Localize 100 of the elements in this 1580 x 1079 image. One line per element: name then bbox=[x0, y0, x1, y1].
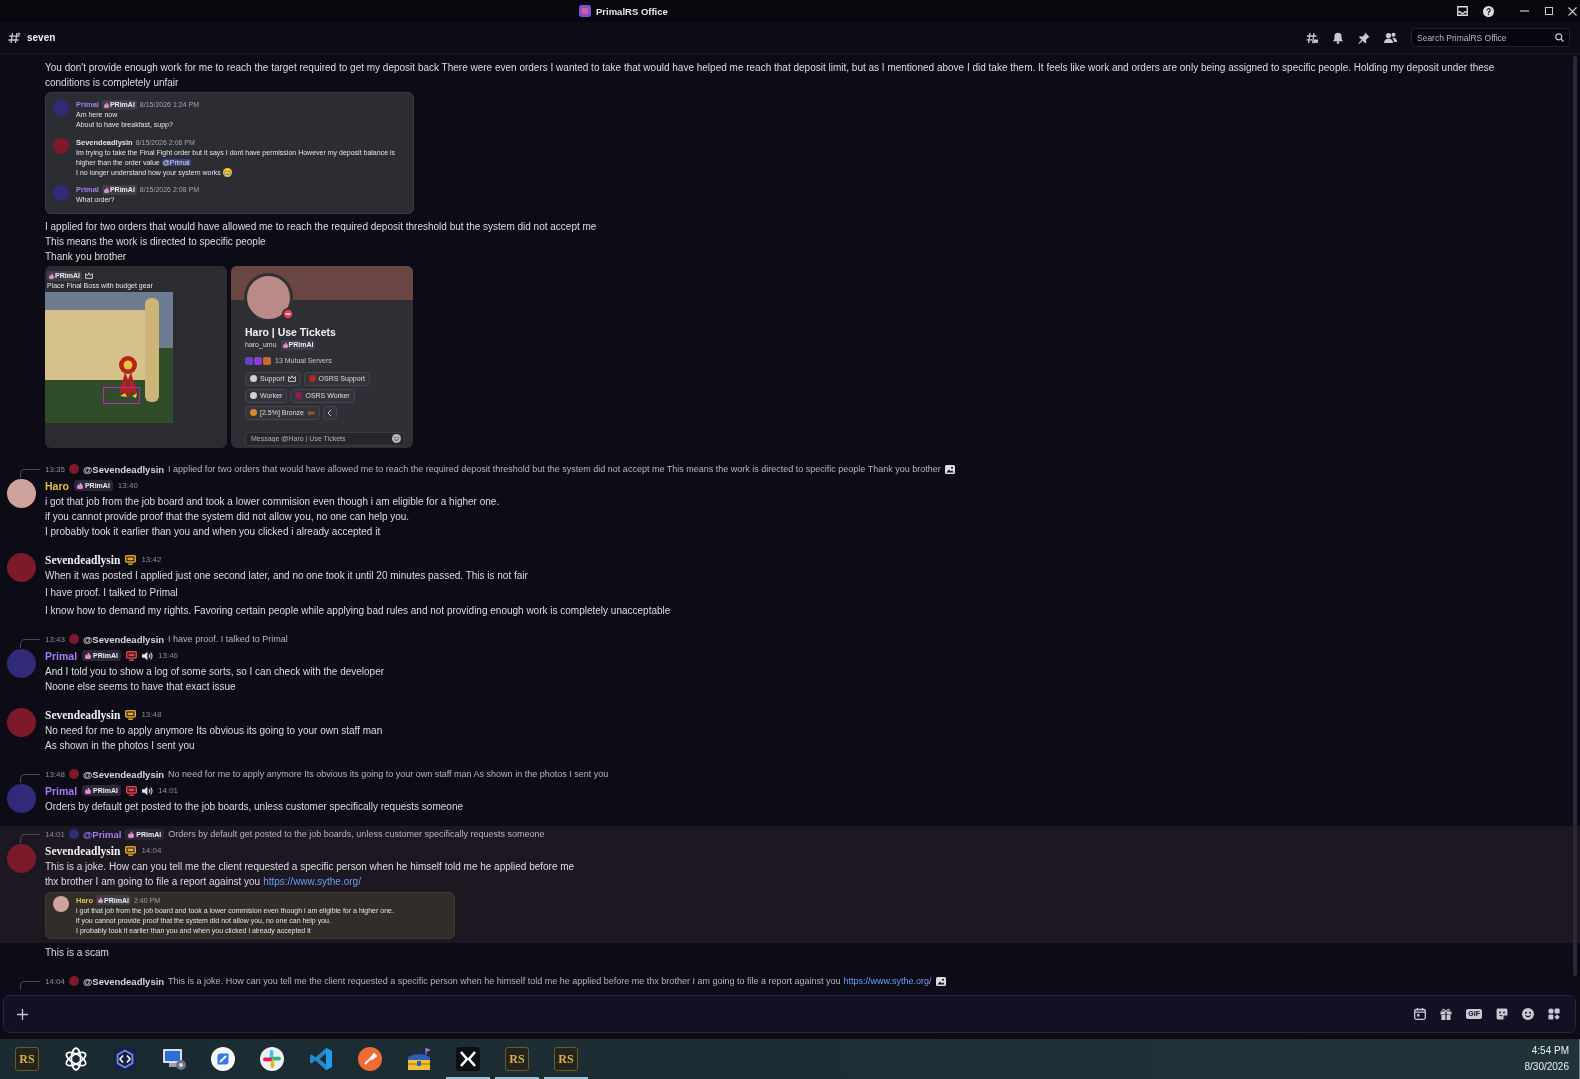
message-text: This is a scam bbox=[45, 945, 110, 960]
message-text: I have proof. I talked to Primal bbox=[45, 586, 179, 600]
flame-icon bbox=[282, 341, 288, 348]
flame-icon bbox=[85, 652, 92, 659]
bell-icon[interactable] bbox=[1332, 31, 1344, 44]
maximize-icon[interactable] bbox=[1545, 7, 1553, 15]
message-text: thx brother I am going to file a report against you https://www.sythe.org/ bbox=[45, 874, 362, 889]
username[interactable]: Sevendeadlysin bbox=[45, 553, 121, 566]
reply-text[interactable]: I applied for two orders that would have allowed me to reach the required deposit threshold but the system did not accept me This means the work is directed to specific people Thank you brother bbox=[168, 464, 941, 474]
mention-name[interactable]: @Sevendeadlysin bbox=[83, 975, 165, 987]
calendar-icon[interactable] bbox=[1414, 1008, 1427, 1020]
search-icon[interactable] bbox=[1555, 33, 1564, 42]
chest-icon bbox=[406, 1047, 432, 1071]
apps-icon[interactable] bbox=[1548, 1008, 1560, 1020]
pin-icon[interactable] bbox=[1358, 31, 1370, 44]
pen-icon bbox=[358, 1047, 382, 1071]
threads-icon[interactable] bbox=[1306, 31, 1318, 44]
reply-connector bbox=[20, 833, 40, 843]
timestamp: 13:40 bbox=[117, 481, 138, 490]
channel-name: seven bbox=[27, 32, 56, 43]
plus-icon[interactable] bbox=[17, 1008, 28, 1020]
timestamp: 13:43 bbox=[45, 634, 66, 644]
mention-name[interactable]: @Sevendeadlysin bbox=[83, 633, 165, 645]
clock-date[interactable]: 8/30/2026 bbox=[1524, 1059, 1569, 1075]
taskbar-button[interactable]: RS bbox=[495, 1039, 539, 1079]
emoji-icon bbox=[392, 434, 401, 443]
message-text: I probably took it earlier than you and when you clicked i already accepted it bbox=[45, 524, 382, 539]
timestamp: 14:04 bbox=[141, 846, 162, 855]
timestamp: 14:01 bbox=[45, 829, 66, 839]
timestamp: 13:35 bbox=[45, 464, 66, 474]
arrow-icon bbox=[306, 409, 315, 416]
message-text: No need for me to apply anymore Its obvious its going to your own staff man bbox=[45, 723, 384, 738]
mention-name[interactable]: @Sevendeadlysin bbox=[83, 463, 165, 475]
reply-connector bbox=[20, 638, 40, 648]
cross-tile-icon bbox=[456, 1047, 480, 1071]
crown-icon bbox=[84, 272, 93, 279]
speaker-icon bbox=[142, 785, 153, 796]
members-icon[interactable] bbox=[1384, 31, 1397, 44]
reply-text[interactable]: I have proof. I talked to Primal bbox=[168, 634, 288, 644]
flame-icon bbox=[85, 787, 92, 794]
ribbon-icon bbox=[309, 1047, 333, 1071]
hexagon-icon bbox=[113, 1047, 137, 1071]
message-text: You don't provide enough work for me to reach the target required to get my deposit back There were even orders I wanted to take that would have helped me reach that deposit limit, but as I mentioned above I did take them. It feels like work and orders are only being assigned to specific people. Holding my deposit under these conditions is completely unfair bbox=[45, 61, 1496, 90]
message-text: Orders by default get posted to the job boards, unless customer specifically requests someone bbox=[45, 799, 464, 814]
timestamp: 13:48 bbox=[45, 769, 66, 779]
message-text: Noone else seems to have that exact issue bbox=[45, 679, 237, 694]
timestamp: 13:46 bbox=[158, 651, 179, 660]
avatar[interactable] bbox=[7, 478, 36, 508]
flame-icon bbox=[49, 272, 54, 279]
username[interactable]: Primal bbox=[45, 784, 78, 797]
inbox-icon[interactable] bbox=[1457, 6, 1468, 16]
atom-icon bbox=[64, 1047, 88, 1071]
message-text: And I told you to show a log of some sorts, so I can check with the developer bbox=[45, 664, 386, 679]
mention-name[interactable]: @Sevendeadlysin bbox=[83, 768, 165, 780]
timestamp: 14:01 bbox=[158, 786, 179, 795]
timestamp: 13:48 bbox=[141, 710, 162, 719]
message-text: i got that job from the job board and took a lower commision even though i am eligible for a higher one. bbox=[45, 494, 501, 509]
circle-logo-icon bbox=[211, 1047, 235, 1071]
mention-name[interactable]: @Primal bbox=[83, 828, 122, 840]
username[interactable]: Primal bbox=[45, 649, 78, 662]
app-logo-icon bbox=[579, 5, 591, 17]
speaker-icon bbox=[142, 650, 153, 661]
monitor-icon bbox=[161, 1047, 187, 1071]
timestamp: 14:04 bbox=[45, 976, 66, 986]
flame-icon bbox=[103, 101, 109, 108]
logo-tile: RS bbox=[554, 1047, 578, 1071]
do-not-disturb-icon bbox=[282, 307, 294, 320]
message-text: if you cannot provide proof that the system did not allow you, no one can help you. bbox=[45, 509, 411, 524]
message-text: I applied for two orders that would have allowed me to reach the required deposit threshold but the system did not accept me bbox=[45, 220, 598, 234]
message-text: I know how to demand my rights. Favoring certain people while applying bad rules and not providing enough work is completely unacceptable bbox=[45, 603, 672, 618]
reply-text[interactable]: No need for me to apply anymore Its obvious its going to your own staff man As shown in the photos I sent you bbox=[168, 769, 609, 779]
chevron-left-icon[interactable] bbox=[322, 405, 337, 420]
profile-name: Haro | Use Tickets bbox=[245, 325, 337, 339]
taskbar-button[interactable]: RS bbox=[544, 1039, 588, 1079]
link[interactable]: https://www.sythe.org/ bbox=[263, 875, 361, 887]
message-text: As shown in the photos I sent you bbox=[45, 738, 196, 753]
pinwheel-icon bbox=[260, 1047, 284, 1071]
username[interactable]: Sevendeadlysin bbox=[45, 844, 121, 857]
scrollbar[interactable] bbox=[1573, 56, 1577, 976]
username[interactable]: Sevendeadlysin bbox=[45, 708, 121, 721]
clock-time[interactable]: 4:54 PM bbox=[1531, 1043, 1569, 1059]
search-field[interactable]: Search PrimalRS Office bbox=[1411, 28, 1570, 47]
flame-icon bbox=[76, 482, 83, 489]
flame-icon bbox=[103, 187, 109, 193]
crown-icon bbox=[287, 375, 296, 382]
gift-icon[interactable] bbox=[1440, 1008, 1453, 1020]
flame-icon bbox=[98, 897, 104, 903]
reply-text[interactable]: This is a joke. How can you tell me the client requested a specific person when he himself told me he applied before me thx brother I am going to file a report against you https://www.sythe.org/ bbox=[168, 976, 932, 986]
reply-text[interactable]: Orders by default get posted to the job boards, unless customer specifically requests someone bbox=[168, 829, 545, 839]
emoji-icon[interactable] bbox=[1522, 1008, 1534, 1020]
username[interactable]: Haro bbox=[45, 479, 69, 492]
logo-tile: RS bbox=[15, 1047, 39, 1071]
message-text: When it was posted I applied just one second later, and no one took it until 20 minutes passed. This is not fair bbox=[45, 568, 529, 583]
taskbar-button[interactable]: RS bbox=[5, 1039, 49, 1079]
link[interactable]: https://www.sythe.org/ bbox=[843, 976, 932, 986]
close-icon[interactable] bbox=[1568, 6, 1577, 16]
flame-icon bbox=[128, 830, 135, 838]
timestamp: 13:42 bbox=[141, 555, 162, 564]
sticker-icon[interactable] bbox=[1496, 1008, 1508, 1020]
help-icon[interactable] bbox=[1483, 5, 1494, 17]
